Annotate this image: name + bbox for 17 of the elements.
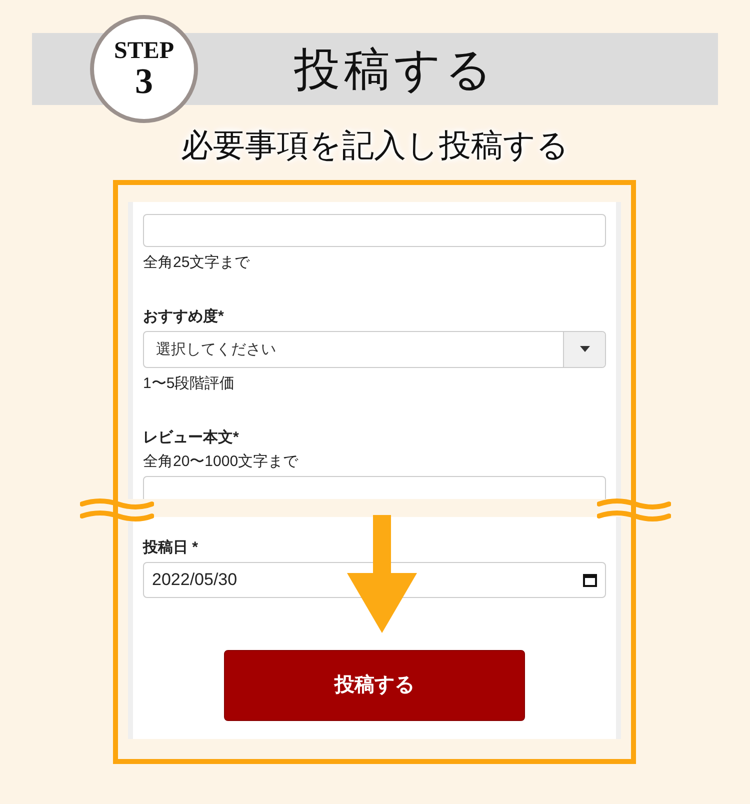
caret-icon	[580, 346, 590, 352]
text-field[interactable]	[143, 214, 606, 247]
field-label: 投稿日 *	[143, 538, 200, 558]
select-field[interactable]: 選択してください	[143, 330, 606, 368]
help-text: 全角25文字まで	[143, 253, 251, 273]
subtitle: 必要事項を記入し投稿する	[180, 126, 570, 165]
submit-button[interactable]: 投稿する	[224, 650, 525, 720]
page-title: 投稿する	[293, 42, 496, 96]
step-number: 3	[135, 63, 153, 99]
help-text: 1〜5段階評価	[143, 374, 236, 394]
field-label: レビュー本文*	[143, 428, 240, 448]
field-label: おすすめ度*	[143, 307, 225, 327]
step-label: STEP	[114, 39, 174, 63]
down-arrow-icon	[347, 515, 417, 633]
help-text: 全角20〜1000文字まで	[143, 452, 300, 472]
calendar-icon[interactable]	[583, 572, 597, 587]
date-field[interactable]: 2022/05/30	[143, 562, 606, 598]
